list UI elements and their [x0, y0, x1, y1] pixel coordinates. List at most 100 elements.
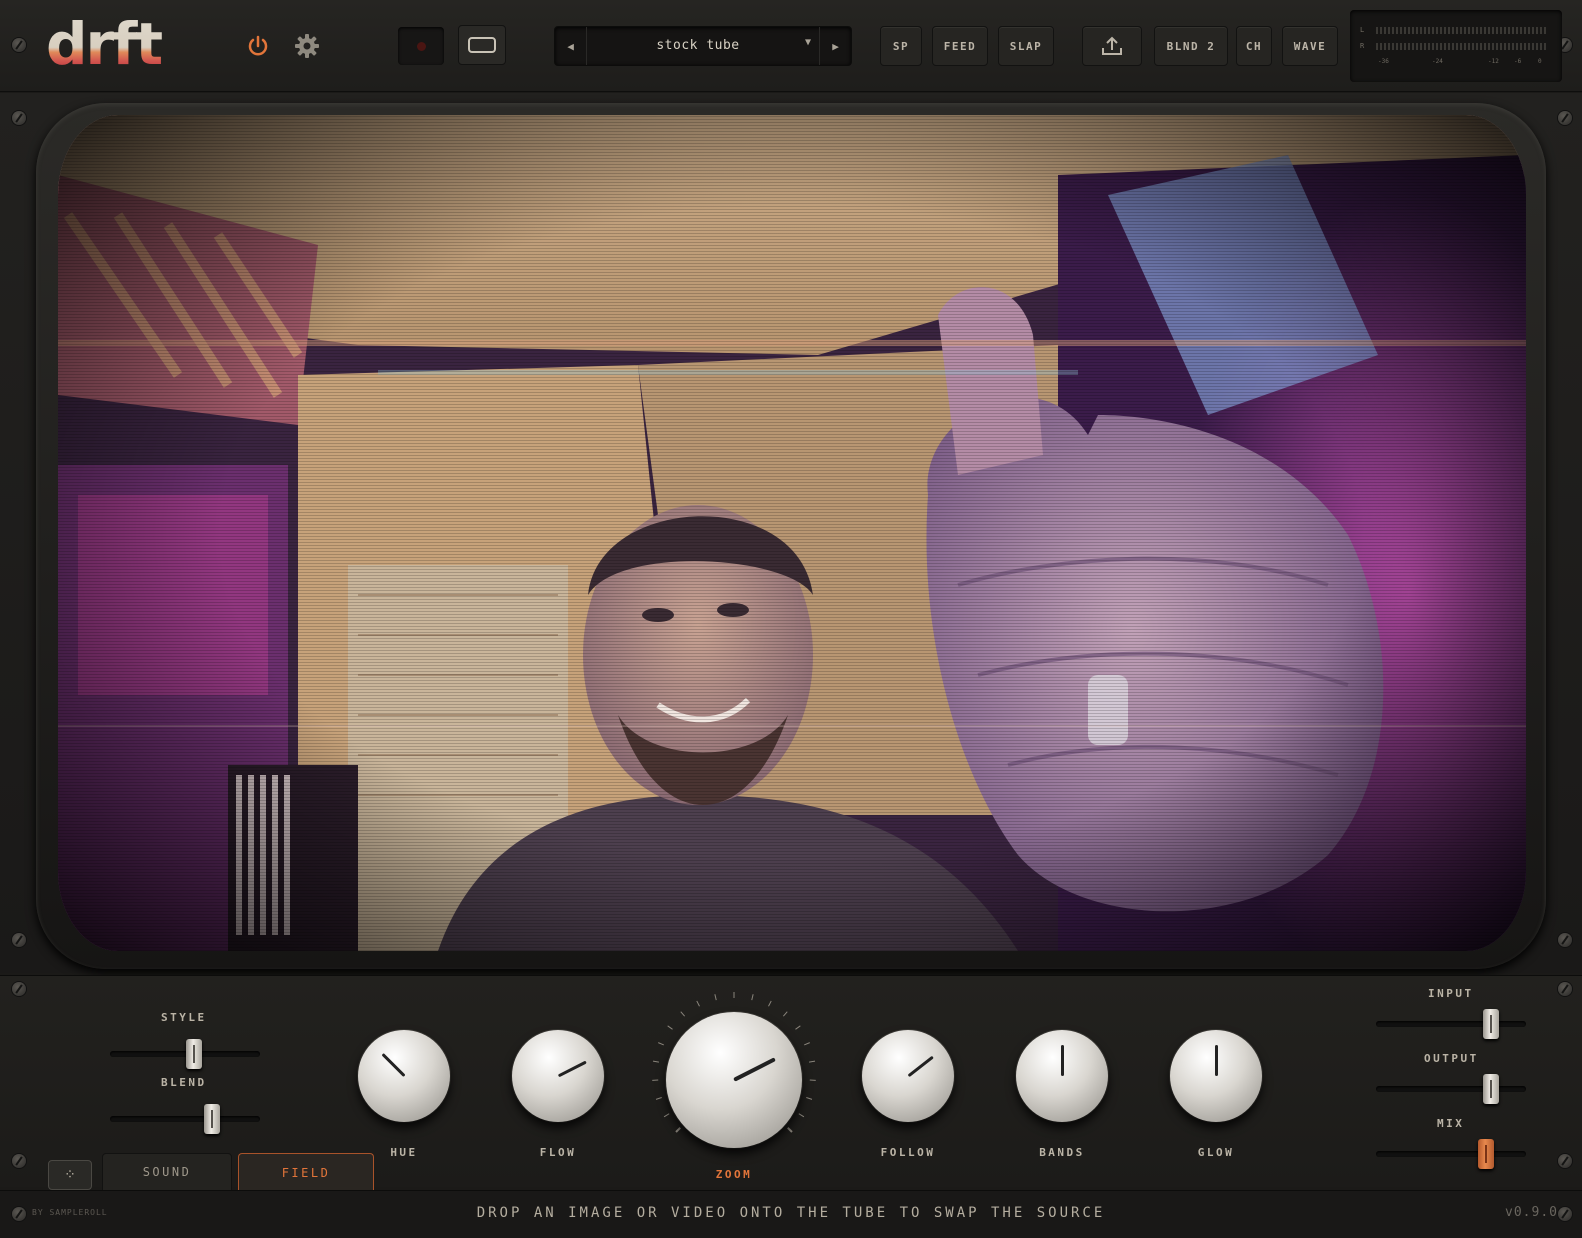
svg-text:drft: drft — [46, 14, 162, 70]
upload-icon — [1102, 36, 1122, 55]
tube-screen[interactable] — [58, 115, 1526, 951]
mix-label: MIX — [1437, 1117, 1465, 1130]
zoom-tick-mark — [806, 1097, 813, 1100]
zoom-tick-mark — [798, 1113, 805, 1118]
blend-slider[interactable] — [110, 1104, 260, 1134]
input-label: INPUT — [1428, 987, 1474, 1000]
screw-icon — [1558, 111, 1572, 125]
preset-selector[interactable]: ◀ stock tube ▼ ▶ — [554, 26, 852, 66]
preset-name: stock tube — [656, 38, 740, 53]
meter-left-bar — [1376, 27, 1548, 34]
zoom-label: ZOOM — [715, 1168, 753, 1181]
wave-button[interactable]: WAVE — [1282, 26, 1338, 66]
screw-icon — [1558, 982, 1572, 996]
record-dot-icon — [416, 41, 426, 51]
screw-icon — [12, 111, 26, 125]
tube-section — [0, 93, 1582, 973]
zoom-knob[interactable] — [666, 1012, 802, 1148]
level-meter: L R -36 -24 -12 -6 0 — [1350, 10, 1562, 82]
zoom-tick-mark — [658, 1042, 664, 1046]
screw-icon — [12, 38, 26, 52]
triangle-left-icon[interactable]: ◀ — [555, 27, 587, 65]
zoom-tick-mark — [768, 1000, 772, 1007]
screw-icon — [1558, 1154, 1572, 1168]
meter-scale-tick: -36 — [1378, 58, 1389, 65]
meter-right-label: R — [1360, 42, 1365, 50]
screen-mode-button[interactable] — [458, 25, 506, 65]
ch-button[interactable]: CH — [1236, 26, 1272, 66]
bands-knob[interactable] — [1016, 1030, 1108, 1122]
zoom-tick-mark — [782, 1011, 788, 1017]
bands-label: BANDS — [1039, 1146, 1085, 1159]
tab-sound[interactable]: SOUND — [102, 1153, 232, 1191]
tab-field[interactable]: FIELD — [238, 1153, 374, 1191]
zoom-tick-mark — [787, 1127, 793, 1133]
output-slider-thumb[interactable] — [1483, 1074, 1499, 1104]
style-slider-thumb[interactable] — [186, 1039, 202, 1069]
glow-knob-pointer — [1214, 1045, 1218, 1076]
bands-knob-pointer — [1060, 1045, 1064, 1076]
style-slider[interactable] — [110, 1039, 260, 1069]
blend-label: BLEND — [161, 1076, 207, 1089]
flow-knob[interactable] — [512, 1030, 604, 1122]
screw-icon — [12, 982, 26, 996]
export-button[interactable] — [1082, 26, 1142, 66]
zoom-tick-mark — [804, 1042, 810, 1046]
flow-knob-pointer — [557, 1060, 587, 1078]
zoom-tick-mark — [795, 1025, 801, 1030]
glow-label: GLOW — [1197, 1146, 1235, 1159]
zoom-tick-mark — [655, 1097, 662, 1100]
sp-button[interactable]: SP — [880, 26, 922, 66]
feed-button[interactable]: FEED — [932, 26, 988, 66]
zoom-knob-pointer — [733, 1057, 776, 1082]
video-frame-image — [58, 115, 1526, 951]
meter-scale-tick: -12 — [1488, 58, 1499, 65]
dice-icon[interactable]: ⁘ — [48, 1160, 92, 1190]
follow-knob-pointer — [907, 1055, 934, 1078]
triangle-right-icon[interactable]: ▶ — [819, 27, 851, 65]
meter-left-label: L — [1360, 26, 1365, 34]
drop-hint-text: DROP AN IMAGE OR VIDEO ONTO THE TUBE TO … — [476, 1205, 1106, 1221]
meter-scale-tick: -6 — [1514, 58, 1522, 65]
drft-logo: drft — [46, 14, 164, 70]
caret-down-icon[interactable]: ▼ — [805, 37, 811, 48]
mix-slider-thumb[interactable] — [1478, 1139, 1494, 1169]
zoom-tick-mark — [680, 1011, 686, 1017]
slap-button[interactable]: SLAP — [998, 26, 1054, 66]
follow-label: FOLLOW — [880, 1146, 936, 1159]
meter-scale-tick: -24 — [1432, 58, 1443, 65]
zoom-tick-mark — [652, 1060, 660, 1063]
style-label: STYLE — [161, 1011, 207, 1024]
blend-slider-thumb[interactable] — [204, 1104, 220, 1134]
mix-slider[interactable] — [1376, 1139, 1526, 1169]
glow-knob[interactable] — [1170, 1030, 1262, 1122]
screw-icon — [12, 1154, 26, 1168]
record-button[interactable] — [398, 27, 444, 65]
screw-icon — [1558, 933, 1572, 947]
output-label: OUTPUT — [1424, 1052, 1479, 1065]
screen-mode-icon — [468, 37, 496, 53]
flow-label: FLOW — [539, 1146, 577, 1159]
zoom-tick-mark — [663, 1113, 670, 1118]
input-slider-thumb[interactable] — [1483, 1009, 1499, 1039]
power-icon[interactable] — [244, 32, 272, 60]
blend-mode-button[interactable]: BLND 2 — [1154, 26, 1228, 66]
zoom-tick-mark — [714, 994, 717, 1001]
footer-bar: BY SAMPLEROLL DROP AN IMAGE OR VIDEO ONT… — [0, 1190, 1582, 1238]
gear-icon[interactable] — [292, 31, 322, 61]
hue-knob[interactable] — [358, 1030, 450, 1122]
zoom-tick-mark — [696, 1000, 700, 1007]
version-text: v0.9.0 — [1505, 1205, 1558, 1220]
output-slider[interactable] — [1376, 1074, 1526, 1104]
meter-right-bar — [1376, 43, 1548, 50]
input-slider[interactable] — [1376, 1009, 1526, 1039]
meter-scale-tick: 0 — [1538, 58, 1542, 65]
hue-knob-pointer — [381, 1053, 406, 1078]
zoom-tick-mark — [808, 1060, 816, 1063]
zoom-tick-mark — [667, 1025, 673, 1030]
top-bar: drft ◀ stock tube ▼ ▶ SP FEED SLAP BLND … — [0, 0, 1582, 92]
screw-icon — [12, 933, 26, 947]
zoom-tick-mark — [751, 994, 754, 1001]
zoom-tick-mark — [675, 1127, 681, 1133]
follow-knob[interactable] — [862, 1030, 954, 1122]
